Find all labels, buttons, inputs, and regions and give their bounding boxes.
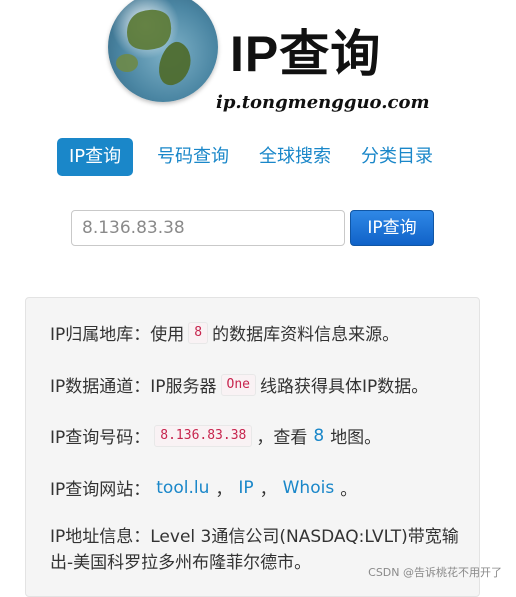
location-prefix: IP归属地库：使用 [50, 325, 185, 345]
result-sites-row: IP查询网站： tool.lu， IP， Whois。 [50, 475, 358, 501]
site-logo[interactable]: IP查询 ip.tongmengguo.com [106, 0, 430, 118]
watermark: CSDN @告诉桃花不用开了 [368, 566, 502, 579]
query-code-middle: ，查看 [256, 428, 308, 448]
logo-domain: ip.tongmengguo.com [216, 92, 430, 113]
map-link[interactable]: 8 [313, 426, 324, 446]
sites-end: 。 [340, 480, 358, 500]
channel-badge: One [220, 373, 257, 396]
site-link-ip[interactable]: IP [238, 478, 253, 498]
location-badge: 8 [188, 321, 209, 344]
channel-suffix: 线路获得具体IP数据。 [260, 377, 429, 397]
result-query-code-row: IP查询号码： 8.136.83.38 ，查看 8 地图。 [50, 423, 381, 448]
globe-icon [108, 0, 218, 102]
result-channel-row: IP数据通道：IP服务器 One 线路获得具体IP数据。 [50, 372, 428, 397]
site-link-whois[interactable]: Whois [283, 478, 335, 498]
nav-ip-query[interactable]: IP查询 [57, 138, 134, 176]
nav-number-query[interactable]: 号码查询 [145, 138, 241, 176]
site-link-tool-lu[interactable]: tool.lu [156, 478, 209, 498]
location-suffix: 的数据库资料信息来源。 [212, 325, 400, 345]
query-code-prefix: IP查询号码： [50, 428, 151, 448]
query-code-badge: 8.136.83.38 [154, 424, 253, 447]
sites-sep: ， [215, 480, 233, 500]
channel-prefix: IP数据通道：IP服务器 [50, 377, 217, 397]
result-panel: IP归属地库：使用 8 的数据库资料信息来源。 IP数据通道：IP服务器 One 线路获… [25, 297, 480, 597]
nav-category-directory[interactable]: 分类目录 [349, 138, 445, 176]
result-location-row: IP归属地库：使用 8 的数据库资料信息来源。 [50, 320, 399, 345]
nav-global-search[interactable]: 全球搜索 [247, 138, 343, 176]
ip-query-button[interactable]: IP查询 [350, 210, 434, 246]
query-code-suffix: 地图。 [330, 428, 382, 448]
ip-search-input[interactable]: 8.136.83.38 [71, 210, 345, 246]
sites-prefix: IP查询网站： [50, 480, 151, 500]
sites-sep: ， [259, 480, 277, 500]
logo-title: IP查询 [230, 26, 382, 82]
